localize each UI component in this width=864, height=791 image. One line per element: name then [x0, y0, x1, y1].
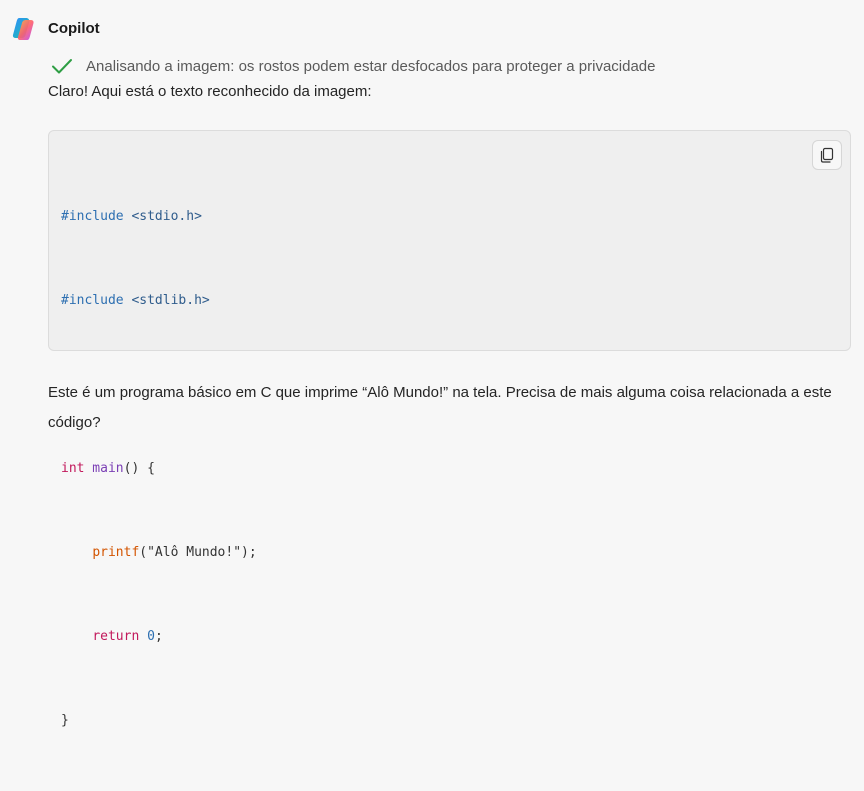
code-line: #include <stdio.h> — [61, 203, 257, 231]
code-token: <stdlib.h> — [123, 293, 210, 308]
code-token: #include — [61, 293, 124, 308]
code-token: printf — [92, 545, 140, 560]
code-line: return 0; — [61, 623, 257, 651]
code-line: printf("Alô Mundo!"); — [61, 539, 257, 567]
code-token: () { — [123, 461, 155, 476]
code-line: int main() { — [61, 455, 257, 483]
code-token: ; — [154, 629, 163, 644]
code-token: 0 — [147, 629, 155, 644]
code-token: #include — [61, 209, 124, 224]
message-intro: Claro! Aqui está o texto reconhecido da … — [48, 83, 372, 100]
brand-name: Copilot — [48, 19, 100, 37]
image-analysis-status: Analisando a imagem: os rostos podem est… — [50, 54, 656, 78]
copy-icon — [820, 147, 834, 163]
code-block: #include <stdio.h> #include <stdlib.h> i… — [48, 130, 851, 728]
message-outro: Este é um programa básico em C que impri… — [48, 384, 832, 431]
code-content: #include <stdio.h> #include <stdlib.h> i… — [61, 147, 257, 791]
copilot-logo-icon — [12, 18, 34, 40]
code-token: int — [61, 461, 85, 476]
code-line: } — [61, 707, 257, 735]
status-text: Analisando a imagem: os rostos podem est… — [86, 57, 656, 75]
code-token: ("Alô Mundo!"); — [139, 545, 257, 560]
checkmark-icon — [52, 59, 72, 74]
chat-header: Copilot — [12, 14, 100, 42]
code-line: #include <stdlib.h> — [61, 287, 257, 315]
code-token: main — [84, 461, 124, 476]
code-token: return — [92, 629, 140, 644]
code-token: <stdio.h> — [123, 209, 202, 224]
copy-code-button[interactable] — [812, 140, 842, 170]
code-token: } — [61, 713, 69, 728]
